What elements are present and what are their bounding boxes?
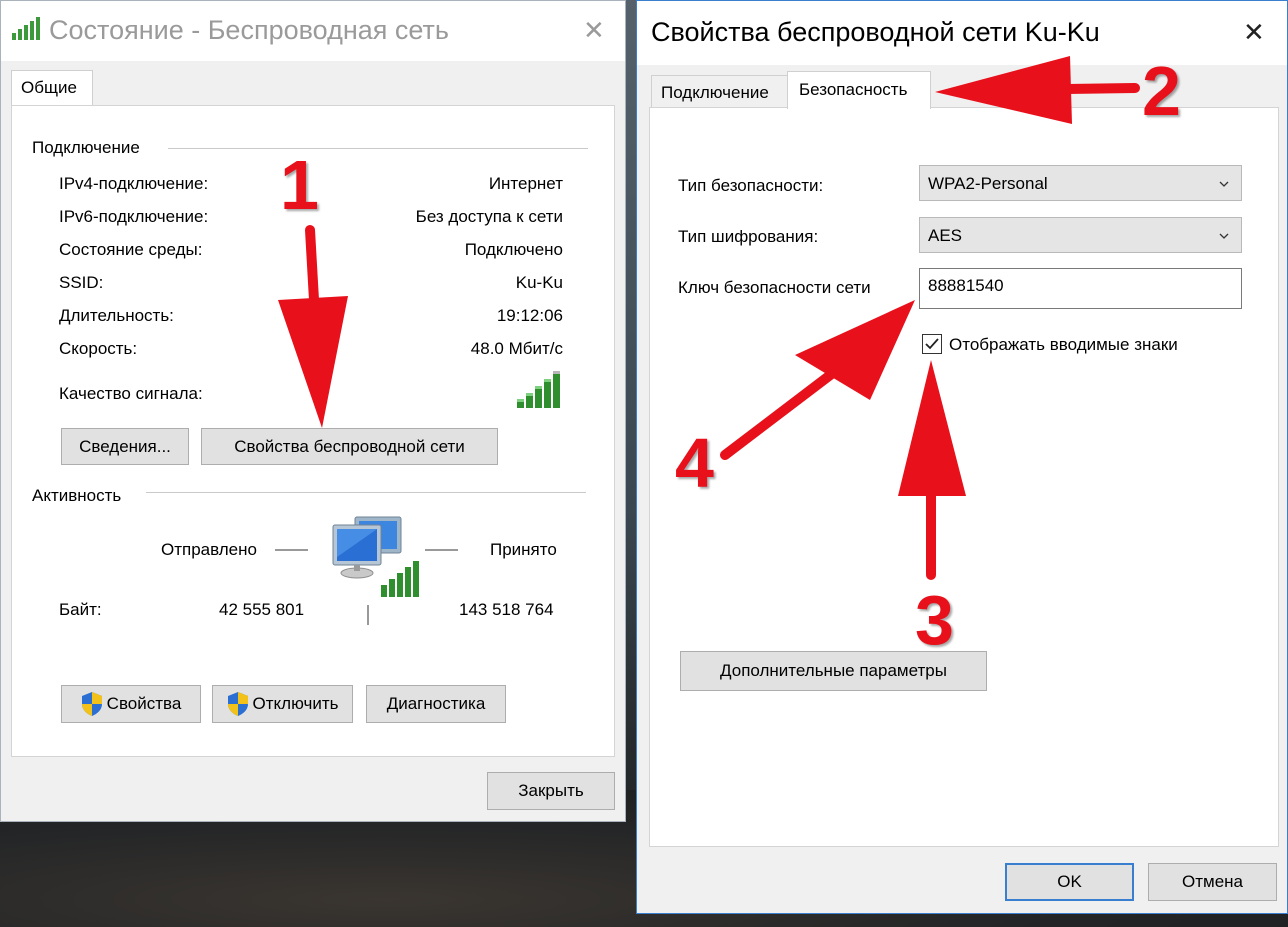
wifi-signal-icon bbox=[12, 17, 40, 40]
properties-button-label: Свойства bbox=[106, 694, 182, 713]
network-computers-icon bbox=[332, 516, 419, 597]
duration-label: Длительность: bbox=[59, 306, 174, 325]
tab-connection[interactable]: Подключение bbox=[651, 75, 788, 107]
tab-security[interactable]: Безопасность bbox=[787, 71, 931, 109]
speed-value: 48.0 Мбит/с bbox=[470, 339, 563, 358]
disable-button-label: Отключить bbox=[252, 694, 339, 713]
annotation-number-4: 4 bbox=[675, 424, 714, 502]
bytes-received-value: 143 518 764 bbox=[459, 600, 554, 619]
tab-general[interactable]: Общие bbox=[11, 70, 93, 106]
activity-group-title: Активность bbox=[32, 486, 122, 505]
properties-window-title: Свойства беспроводной сети Ku-Ku bbox=[651, 17, 1100, 47]
close-icon[interactable]: ✕ bbox=[1243, 19, 1265, 45]
ok-button[interactable]: OK bbox=[1005, 863, 1134, 901]
properties-button[interactable]: Свойства bbox=[61, 685, 201, 723]
uac-shield-icon bbox=[227, 692, 248, 716]
wireless-properties-window: Свойства беспроводной сети Ku-Ku ✕ Подкл… bbox=[636, 0, 1288, 914]
encryption-type-select[interactable]: AES bbox=[919, 217, 1242, 253]
duration-value: 19:12:06 bbox=[496, 306, 563, 325]
media-state-value: Подключено bbox=[464, 240, 563, 259]
ssid-label: SSID: bbox=[59, 273, 104, 292]
media-state-label: Состояние среды: bbox=[59, 240, 203, 259]
speed-label: Скорость: bbox=[59, 339, 138, 358]
annotation-number-3: 3 bbox=[915, 581, 954, 659]
ssid-value: Ku-Ku bbox=[515, 273, 563, 292]
uac-shield-icon bbox=[81, 692, 102, 716]
checkmark-icon bbox=[925, 338, 939, 350]
security-type-select[interactable]: WPA2-Personal bbox=[919, 165, 1242, 201]
received-label: Принято bbox=[490, 540, 557, 559]
chevron-down-icon bbox=[1219, 233, 1229, 239]
encryption-type-label: Тип шифрования: bbox=[678, 227, 819, 246]
show-characters-checkbox[interactable] bbox=[922, 334, 942, 354]
network-key-input[interactable]: 88881540 bbox=[919, 268, 1242, 309]
ipv4-value: Интернет bbox=[488, 174, 563, 193]
details-button[interactable]: Сведения... bbox=[61, 428, 189, 465]
cancel-button[interactable]: Отмена bbox=[1148, 863, 1277, 901]
chevron-down-icon bbox=[1219, 181, 1229, 187]
encryption-type-value: AES bbox=[928, 226, 963, 245]
received-line bbox=[425, 549, 458, 551]
disable-button[interactable]: Отключить bbox=[212, 685, 353, 723]
show-characters-label: Отображать вводимые знаки bbox=[949, 335, 1178, 354]
security-type-value: WPA2-Personal bbox=[928, 174, 1048, 193]
sent-label: Отправлено bbox=[161, 540, 257, 559]
bytes-sent-value: 42 555 801 bbox=[219, 600, 305, 619]
bytes-label: Байт: bbox=[59, 600, 102, 619]
wireless-properties-button[interactable]: Свойства беспроводной сети bbox=[201, 428, 498, 465]
annotation-number-2: 2 bbox=[1142, 52, 1181, 130]
status-window-titlebar[interactable]: Состояние - Беспроводная сеть ✕ bbox=[1, 1, 625, 61]
security-type-label: Тип безопасности: bbox=[678, 176, 824, 195]
ipv4-label: IPv4-подключение: bbox=[59, 174, 209, 193]
annotation-number-1: 1 bbox=[280, 146, 319, 224]
ipv6-label: IPv6-подключение: bbox=[59, 207, 209, 226]
activity-group-divider bbox=[146, 492, 586, 493]
connection-group-divider bbox=[168, 148, 588, 149]
signal-quality-label: Качество сигнала: bbox=[59, 384, 203, 403]
connection-group-title: Подключение bbox=[32, 138, 140, 157]
diagnostics-button[interactable]: Диагностика bbox=[366, 685, 506, 723]
activity-divider bbox=[367, 605, 369, 625]
status-window-title: Состояние - Беспроводная сеть bbox=[49, 15, 449, 45]
status-window: Состояние - Беспроводная сеть ✕ Общие По… bbox=[0, 0, 626, 822]
sent-line bbox=[275, 549, 308, 551]
signal-strength-icon bbox=[517, 371, 560, 408]
properties-window-titlebar[interactable]: Свойства беспроводной сети Ku-Ku ✕ bbox=[637, 1, 1287, 65]
close-button[interactable]: Закрыть bbox=[487, 772, 615, 810]
ipv6-value: Без доступа к сети bbox=[415, 207, 563, 226]
close-icon[interactable]: ✕ bbox=[583, 17, 605, 43]
network-key-label: Ключ безопасности сети bbox=[678, 278, 871, 297]
